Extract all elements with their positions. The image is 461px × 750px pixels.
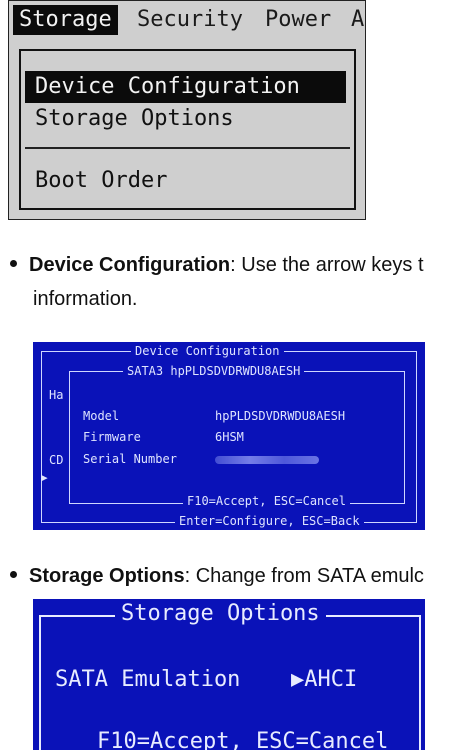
- bullet-term: Storage Options: [29, 565, 185, 587]
- bullet-term: Device Configuration: [29, 254, 231, 276]
- storage-menu-dropdown: Device Configuration Storage Options Boo…: [19, 49, 356, 210]
- bullet-text: : Use the arrow keys t: [230, 254, 424, 276]
- bullet-dot-icon: [10, 571, 17, 579]
- tab-storage[interactable]: Storage: [13, 5, 118, 35]
- storage-options-dialog: Storage Options SATA Emulation ▶AHCI F10…: [33, 599, 425, 750]
- bullet-storage-options: Storage Options: Change from SATA emulc: [10, 565, 424, 588]
- bios-menu-screenshot: Storage Security Power A Device Configur…: [8, 0, 366, 220]
- field-label-firmware: Firmware: [83, 430, 141, 444]
- tab-power[interactable]: Power: [259, 5, 337, 35]
- side-label-ha: Ha: [49, 388, 64, 402]
- tab-security[interactable]: Security: [131, 5, 249, 35]
- footer-hint: F10=Accept, ESC=Cancel: [91, 729, 395, 750]
- field-value-firmware: 6HSM: [215, 430, 244, 444]
- dialog-subtitle: SATA3 hpPLDSDVDRWDU8AESH: [123, 364, 305, 378]
- dialog-title: Device Configuration: [131, 344, 284, 358]
- menu-item-device-configuration[interactable]: Device Configuration: [25, 71, 346, 103]
- serial-number-redacted: [215, 456, 319, 464]
- field-value-model: hpPLDSDVDRWDU8AESH: [215, 409, 346, 423]
- menu-divider: [25, 147, 350, 149]
- menu-item-boot-order[interactable]: Boot Order: [29, 165, 173, 197]
- dialog-title: Storage Options: [115, 601, 326, 626]
- option-label-sata-emulation: SATA Emulation: [55, 667, 241, 692]
- bullet-text: : Change from SATA emulc: [184, 565, 424, 587]
- bios-menu-bar: Storage Security Power A: [9, 1, 365, 37]
- inner-footer-hint: F10=Accept, ESC=Cancel: [183, 494, 350, 508]
- field-label-model: Model: [83, 409, 120, 423]
- device-configuration-dialog: Device Configuration SATA3 hpPLDSDVDRWDU…: [33, 342, 425, 530]
- bullet-continuation: information.: [33, 288, 138, 310]
- outer-footer-hint: Enter=Configure, ESC=Back: [175, 514, 364, 528]
- menu-item-storage-options[interactable]: Storage Options: [29, 103, 240, 135]
- tab-advanced-partial[interactable]: A: [345, 5, 370, 35]
- bullet-device-configuration: Device Configuration: Use the arrow keys…: [10, 254, 424, 277]
- side-label-cd: CD: [49, 453, 64, 467]
- option-value-ahci[interactable]: ▶AHCI: [291, 667, 357, 692]
- bullet-dot-icon: [10, 260, 17, 268]
- field-label-serial-number: Serial Number: [83, 452, 177, 466]
- selection-arrow-icon: ▶: [41, 471, 48, 484]
